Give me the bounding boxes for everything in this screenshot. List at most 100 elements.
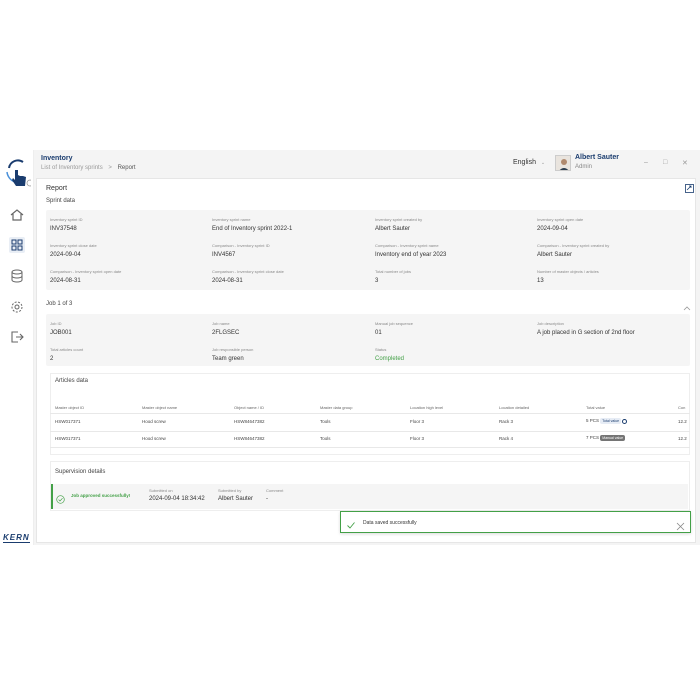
- table-cell: 5 PCS: [586, 418, 600, 424]
- maximize-icon[interactable]: □: [663, 159, 667, 166]
- total-value-badge: Total value: [600, 418, 622, 424]
- field-label: Job responsible person: [212, 347, 254, 352]
- supervision-status-box: [51, 484, 688, 509]
- language-select[interactable]: English ⌄: [513, 159, 545, 166]
- field-value: JOB001: [50, 330, 72, 336]
- field-label: Number of master objects / articles: [537, 269, 599, 274]
- field-value: 2024-09-04: [50, 252, 81, 258]
- avatar[interactable]: [555, 155, 571, 171]
- field-value: 01: [375, 330, 382, 336]
- table-cell: Tools: [320, 419, 331, 424]
- settings-gear-icon[interactable]: [9, 299, 25, 315]
- table-cell: 12.2: [678, 419, 687, 424]
- table-cell: Tools: [320, 436, 331, 441]
- table-header: Master object ID: [55, 405, 85, 410]
- job-field: Job name 2FLGSEC: [212, 321, 239, 336]
- divider: [50, 447, 690, 448]
- status-value: Completed: [375, 356, 405, 362]
- field-value: 2: [50, 356, 54, 362]
- field-value: -: [266, 496, 268, 502]
- app-title: Inventory: [41, 155, 73, 162]
- info-icon[interactable]: [622, 418, 628, 424]
- job-status-field: Status Completed: [375, 347, 404, 362]
- field-label: Job ID: [50, 321, 62, 326]
- field-value: Albert Sauter: [537, 252, 573, 258]
- field-value: Albert Sauter: [375, 226, 411, 232]
- field-label: Comparison - Inventory sprint close date: [212, 269, 284, 274]
- field-label: Manual job sequence: [375, 321, 414, 326]
- report-panel: Report Sprint data Inventory sprint ID IN…: [36, 178, 696, 543]
- approval-status: Job approved successfully!: [71, 493, 131, 498]
- articles-section: [50, 373, 690, 455]
- table-cell: Hood screw: [142, 436, 166, 441]
- job-field: Job ID JOB001: [50, 321, 72, 336]
- table-header: Total value: [586, 405, 606, 410]
- field-value: Albert Sauter: [218, 496, 254, 502]
- sprint-field: Inventory sprint open date 2024-09-04: [537, 217, 583, 232]
- sprint-field: Comparison - Inventory sprint name Invent…: [375, 243, 446, 258]
- field-label: Comparison - Inventory sprint ID: [212, 243, 270, 248]
- divider: [50, 413, 690, 414]
- side-navigation: KERN: [0, 150, 34, 545]
- hand-touch-logo-icon: [5, 158, 34, 188]
- job-field: Manual job sequence 01: [375, 321, 413, 336]
- close-icon[interactable]: ✕: [682, 159, 688, 167]
- database-icon[interactable]: [9, 268, 25, 284]
- export-icon[interactable]: [685, 180, 694, 193]
- table-header: Master object name: [142, 405, 178, 410]
- sprint-field: Comparison - Inventory sprint ID INV4567: [212, 243, 270, 258]
- field-label: Comparison - Inventory sprint created by: [537, 243, 610, 248]
- chevron-up-icon[interactable]: [683, 298, 691, 311]
- field-label: Job name: [212, 321, 230, 326]
- field-value: 2024-09-04 18:34:42: [149, 496, 205, 502]
- divider: [50, 431, 690, 432]
- sprint-field: Comparison - Inventory sprint close date…: [212, 269, 284, 284]
- field-value: Team green: [212, 356, 244, 362]
- breadcrumb-separator: >: [108, 165, 112, 171]
- sprint-field: Inventory sprint ID INV37548: [50, 217, 82, 232]
- job-title: Job 1 of 3: [46, 301, 73, 307]
- table-cell: HSW017371: [55, 436, 81, 441]
- field-value: 2024-08-31: [50, 278, 81, 284]
- sprint-data-title: Sprint data: [46, 198, 76, 204]
- sprint-field: Total number of jobs 3: [375, 269, 411, 284]
- job-field: Total articles count 2: [50, 347, 83, 362]
- submitted-by-field: Submitted by Albert Sauter: [218, 488, 253, 502]
- sprint-field: Inventory sprint created by Albert Sauter: [375, 217, 422, 232]
- breadcrumb-parent-link[interactable]: List of Inventory sprints: [41, 165, 103, 171]
- field-value: 2024-08-31: [212, 278, 243, 284]
- total-value-cell: 5 PCS Total value: [586, 418, 628, 424]
- table-cell: Floor 3: [410, 436, 425, 441]
- sprint-field: Comparison - Inventory sprint created by…: [537, 243, 609, 258]
- home-icon[interactable]: [9, 207, 25, 223]
- field-label: Comment: [266, 488, 284, 493]
- table-cell: 7 PCS: [586, 435, 600, 441]
- user-name: Albert Sauter: [575, 154, 619, 161]
- table-header: Con: [678, 405, 686, 410]
- breadcrumb-current: Report: [117, 165, 136, 171]
- job-field: Job responsible person Team green: [212, 347, 253, 362]
- field-label: Submitted on: [149, 488, 173, 493]
- minimize-icon[interactable]: –: [644, 159, 648, 166]
- field-value: INV4567: [212, 252, 236, 258]
- check-circle-icon: [56, 491, 65, 504]
- table-header: Master data group: [320, 405, 353, 410]
- success-toast: Data saved successfully: [340, 511, 691, 533]
- field-label: Inventory sprint ID: [50, 217, 83, 222]
- field-value: 3: [375, 278, 379, 284]
- table-header: Location high level: [410, 405, 444, 410]
- logout-icon[interactable]: [9, 329, 25, 345]
- close-icon[interactable]: [676, 518, 685, 531]
- field-label: Inventory sprint name: [212, 217, 251, 222]
- submitted-on-field: Submitted on 2024-09-04 18:34:42: [149, 488, 205, 502]
- table-header: Location detailed: [499, 405, 530, 410]
- comment-field: Comment -: [266, 488, 283, 502]
- field-label: Comparison - Inventory sprint open date: [50, 269, 122, 274]
- field-value: End of Inventory sprint 2022-1: [212, 226, 293, 232]
- field-value: 13: [537, 278, 544, 284]
- field-label: Inventory sprint created by: [375, 217, 423, 222]
- dashboard-grid-icon[interactable]: [9, 237, 25, 253]
- chevron-down-icon: ⌄: [540, 160, 546, 166]
- field-label: Status: [375, 347, 387, 352]
- field-label: Job description: [537, 321, 564, 326]
